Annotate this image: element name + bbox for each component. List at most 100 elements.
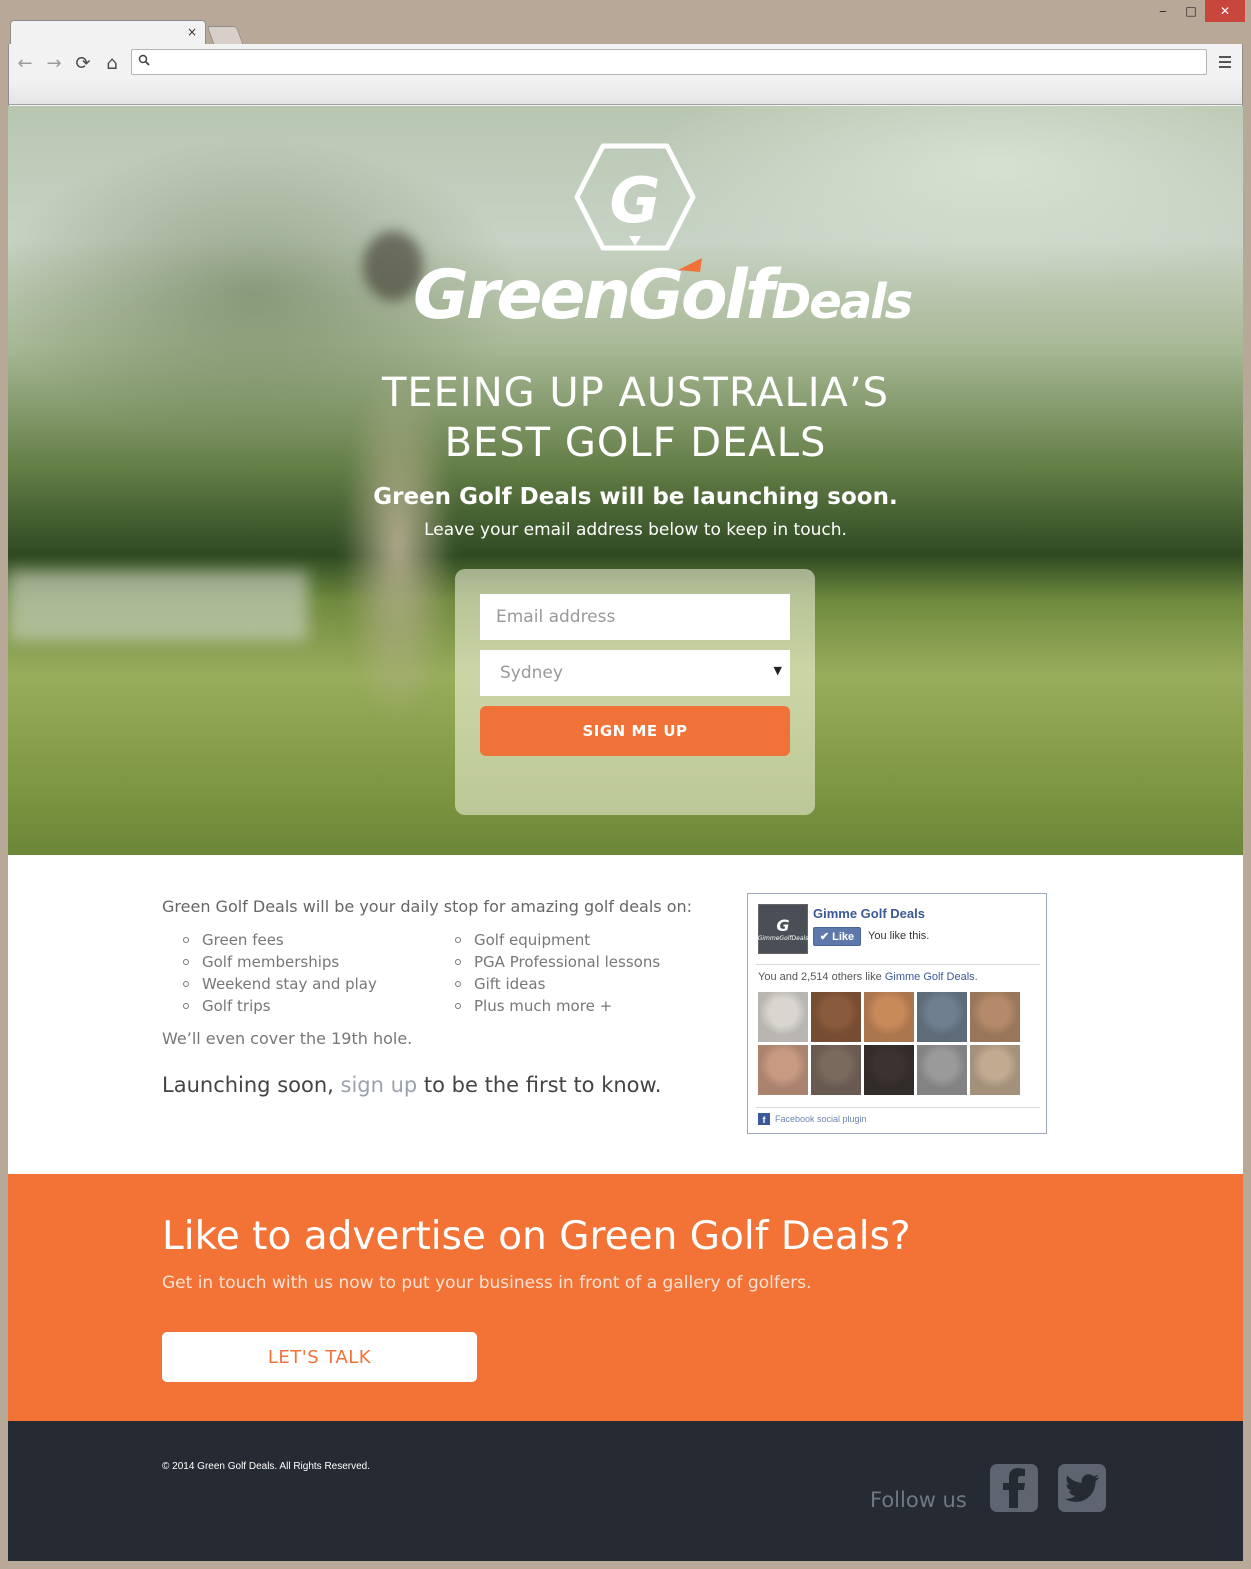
- facebook-mini-icon: f: [758, 1113, 770, 1125]
- fb-friend-avatar[interactable]: [864, 992, 914, 1042]
- facebook-icon[interactable]: [990, 1464, 1038, 1512]
- close-window-button[interactable]: ✕: [1205, 0, 1245, 22]
- sign-up-link[interactable]: sign up: [341, 1073, 418, 1097]
- lets-talk-button[interactable]: LET'S TALK: [162, 1332, 477, 1382]
- fb-friend-avatar[interactable]: [758, 1045, 808, 1095]
- list-item-label: Golf equipment: [474, 931, 591, 949]
- fb-count-prefix: You and 2,514 others like: [758, 971, 885, 983]
- fb-page-name[interactable]: Gimme Golf Deals: [813, 906, 925, 921]
- reload-icon[interactable]: ⟳: [72, 52, 94, 74]
- browser-menu-icon[interactable]: [1216, 52, 1234, 72]
- info-intro: Green Golf Deals will be your daily stop…: [162, 897, 693, 916]
- sign-me-up-button[interactable]: SIGN ME UP: [480, 706, 790, 756]
- list-item: Golf trips: [162, 995, 432, 1017]
- fb-friend-avatar[interactable]: [758, 992, 808, 1042]
- fb-like-label: Like: [832, 930, 855, 943]
- list-item: PGA Professional lessons: [434, 951, 724, 973]
- hero-background-water: [8, 571, 308, 641]
- launch-text: Launching soon, sign up to be the first …: [162, 1073, 762, 1097]
- new-tab-button[interactable]: [206, 26, 244, 44]
- list-item-label: PGA Professional lessons: [474, 953, 661, 971]
- advertise-subtitle: Get in touch with us now to put your bus…: [162, 1273, 812, 1293]
- advertise-title: Like to advertise on Green Golf Deals?: [162, 1214, 911, 1259]
- email-field[interactable]: [480, 594, 790, 640]
- tab-close-icon[interactable]: ×: [187, 25, 197, 39]
- fb-friend-avatar[interactable]: [970, 992, 1020, 1042]
- facebook-like-box: G GimmeGolfDeals Gimme Golf Deals ✔ Like…: [747, 893, 1047, 1134]
- maximize-button[interactable]: □: [1177, 0, 1205, 22]
- fb-divider-bottom: [756, 1107, 1040, 1108]
- list-item-label: Golf memberships: [202, 953, 340, 971]
- checkmark-icon: ✔: [819, 931, 830, 943]
- fb-plugin-label[interactable]: f Facebook social plugin: [758, 1113, 867, 1125]
- hero-headline-line1: TEEING UP AUSTRALIA’S: [381, 370, 890, 416]
- forward-arrow-icon[interactable]: →: [43, 52, 65, 74]
- info-section: Green Golf Deals will be your daily stop…: [8, 855, 1243, 1174]
- signup-form: Sydney ▼ SIGN ME UP: [455, 569, 815, 815]
- fb-avatar-text: GimmeGolfDeals: [757, 935, 809, 942]
- page-footer: © 2014 Green Golf Deals. All Rights Rese…: [8, 1421, 1243, 1561]
- list-item-label: Gift ideas: [474, 975, 546, 993]
- city-select-value: Sydney: [500, 663, 563, 683]
- hero-headline: TEEING UP AUSTRALIA’S BEST GOLF DEALS: [308, 368, 963, 468]
- bullet-icon: [183, 959, 189, 965]
- list-item-label: Green fees: [202, 931, 284, 949]
- list-item: Gift ideas: [434, 973, 724, 995]
- page-viewport: G GreenGolfDeals TEEING UP AUSTRALIA’S B…: [8, 106, 1243, 1561]
- logo-name-part1: GreenGolf: [413, 256, 774, 335]
- follow-us-label: Follow us: [870, 1488, 967, 1512]
- bullet-icon: [183, 981, 189, 987]
- browser-window: ‒ □ ✕ × ← → ⟳ ⌂ G GreenGolfDeals TEEING …: [0, 0, 1251, 1569]
- home-icon[interactable]: ⌂: [101, 52, 123, 74]
- dropdown-arrow-icon: ▼: [773, 664, 782, 677]
- advertise-section: Like to advertise on Green Golf Deals? G…: [8, 1174, 1243, 1421]
- fb-friend-avatar[interactable]: [811, 1045, 861, 1095]
- launch-prefix: Launching soon,: [162, 1073, 341, 1097]
- logo-mark-letter: G: [610, 164, 661, 237]
- fb-avatar-letter: G: [776, 916, 790, 935]
- bullet-icon: [455, 981, 461, 987]
- fb-plugin-text: Facebook social plugin: [775, 1114, 867, 1124]
- bullet-icon: [183, 1003, 189, 1009]
- launch-suffix: to be the first to know.: [417, 1073, 662, 1097]
- city-select[interactable]: Sydney ▼: [480, 650, 790, 696]
- fb-friend-avatar[interactable]: [917, 1045, 967, 1095]
- fb-friend-avatar[interactable]: [811, 992, 861, 1042]
- fb-faces-grid: [758, 992, 1023, 1096]
- fb-friend-avatar[interactable]: [864, 1045, 914, 1095]
- minimize-button[interactable]: ‒: [1149, 0, 1177, 22]
- fb-friend-avatar[interactable]: [970, 1045, 1020, 1095]
- logo-name-part2: Deals: [771, 274, 913, 330]
- hero-subhead: Green Golf Deals will be launching soon.: [373, 484, 898, 510]
- hero-headline-line2: BEST GOLF DEALS: [444, 420, 827, 466]
- browser-tab-active[interactable]: ×: [10, 20, 206, 46]
- fb-you-like: You like this.: [868, 930, 930, 942]
- address-bar[interactable]: [131, 49, 1207, 75]
- fb-divider: [756, 964, 1040, 965]
- fb-count-page-link[interactable]: Gimme Golf Deals.: [885, 971, 978, 983]
- logo-wordmark: GreenGolfDeals: [413, 256, 913, 356]
- search-icon: [138, 54, 150, 69]
- list-item: Plus much more +: [434, 995, 724, 1017]
- bullet-icon: [455, 959, 461, 965]
- info-extra: We’ll even cover the 19th hole.: [162, 1029, 413, 1048]
- list-item-label: Golf trips: [202, 997, 271, 1015]
- fb-friend-avatar[interactable]: [917, 992, 967, 1042]
- bullet-icon: [455, 937, 461, 943]
- list-item-label: Plus much more +: [474, 997, 613, 1015]
- twitter-icon[interactable]: [1058, 1464, 1106, 1512]
- fb-page-avatar[interactable]: G GimmeGolfDeals: [758, 904, 808, 954]
- list-item: Golf equipment: [434, 929, 724, 951]
- fb-like-count: You and 2,514 others like Gimme Golf Dea…: [758, 971, 978, 983]
- hero-subhead-secondary: Leave your email address below to keep i…: [424, 520, 847, 540]
- back-arrow-icon[interactable]: ←: [14, 52, 36, 74]
- list-item: Golf memberships: [162, 951, 432, 973]
- copyright-text: © 2014 Green Golf Deals. All Rights Rese…: [162, 1461, 371, 1472]
- deal-list-right: Golf equipment PGA Professional lessons Gi…: [434, 929, 724, 1017]
- hero-section: G GreenGolfDeals TEEING UP AUSTRALIA’S B…: [8, 106, 1243, 855]
- toolbar-bottom-strip: [8, 80, 1243, 105]
- list-item-label: Weekend stay and play: [202, 975, 377, 993]
- logo-mark: G: [573, 142, 697, 252]
- deal-list-left: Green fees Golf memberships Weekend stay a…: [162, 929, 432, 1017]
- fb-like-button[interactable]: ✔ Like: [813, 927, 861, 946]
